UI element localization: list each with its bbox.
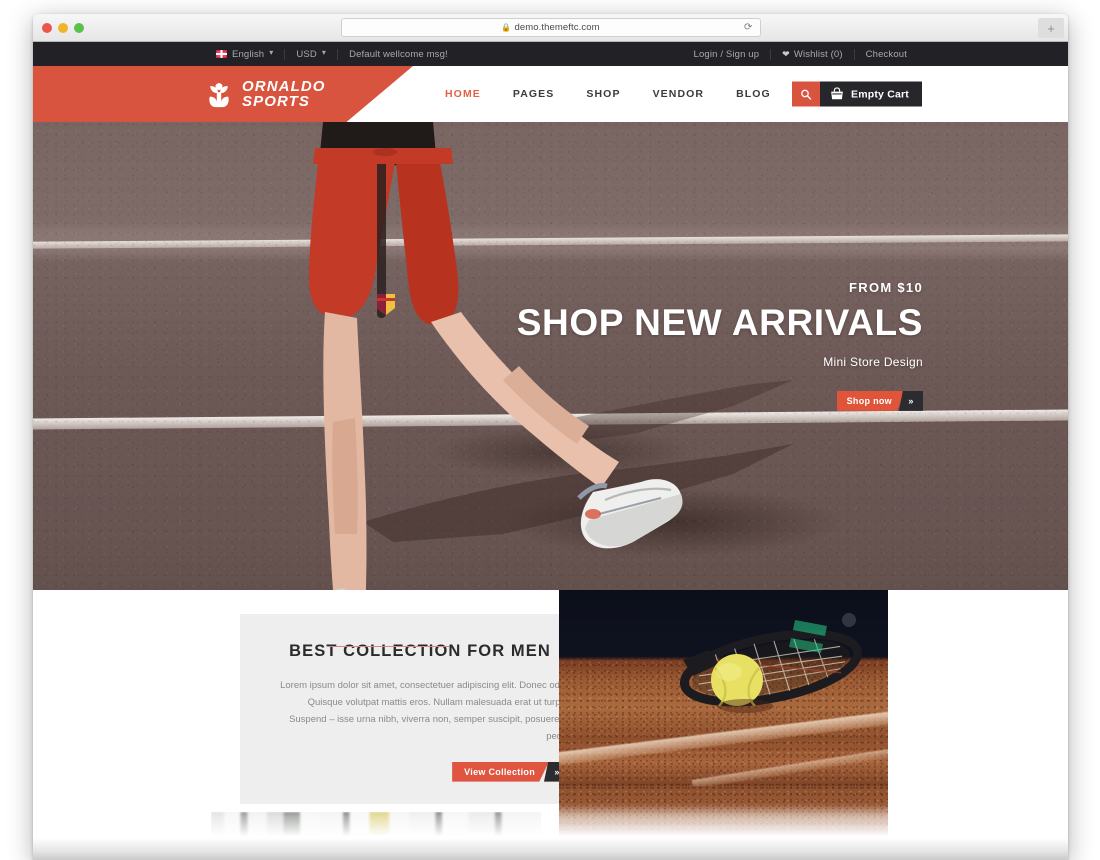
bottom-right-image[interactable] bbox=[559, 786, 888, 860]
site-logo[interactable]: ORNALDO SPORTS bbox=[205, 79, 326, 109]
wishlist-label: Wishlist (0) bbox=[793, 48, 843, 60]
currency-label: USD bbox=[296, 48, 317, 60]
shop-now-button[interactable]: Shop now » bbox=[836, 390, 923, 411]
close-window-button[interactable] bbox=[42, 22, 52, 33]
sports-figure-logo-icon bbox=[209, 83, 229, 108]
top-utility-bar: English ▾ USD ▾ Default wellcome msg! Lo… bbox=[33, 42, 1068, 66]
collection-title: BEST COLLECTION FOR MEN bbox=[289, 642, 551, 660]
wishlist-link[interactable]: ❤ Wishlist (0) bbox=[771, 49, 853, 60]
tennis-court-image[interactable] bbox=[559, 590, 888, 786]
lock-icon: 🔒 bbox=[501, 22, 512, 32]
address-bar-url: demo.themeftc.com bbox=[514, 22, 600, 33]
cart-label: Empty Cart bbox=[850, 88, 909, 100]
chevron-down-icon: ▾ bbox=[269, 48, 274, 57]
topbar-right-group: Login / Sign up ❤ Wishlist (0) Checkout bbox=[683, 48, 918, 60]
website-viewport: English ▾ USD ▾ Default wellcome msg! Lo… bbox=[33, 42, 1068, 860]
topbar-left-group: English ▾ USD ▾ Default wellcome msg! bbox=[205, 48, 459, 60]
search-button[interactable] bbox=[791, 81, 820, 107]
search-icon bbox=[801, 89, 812, 100]
view-collection-label: View Collection bbox=[452, 761, 549, 782]
nav-item-shop[interactable]: SHOP bbox=[570, 88, 636, 100]
language-label: English bbox=[232, 48, 265, 60]
flag-icon bbox=[216, 50, 227, 58]
cart-button[interactable]: Empty Cart bbox=[819, 81, 922, 107]
title-rule-decoration bbox=[329, 646, 449, 647]
zoom-window-button[interactable] bbox=[74, 22, 84, 33]
clay-texture bbox=[559, 786, 888, 860]
browser-toolbar: 🔒 demo.themeftc.com ⟳ + bbox=[33, 14, 1068, 42]
hero-subtitle: Mini Store Design bbox=[823, 354, 923, 369]
new-tab-button[interactable]: + bbox=[1038, 18, 1064, 38]
bottom-left-image[interactable] bbox=[211, 812, 541, 860]
page-root: 🔒 demo.themeftc.com ⟳ + English ▾ USD ▾ … bbox=[0, 0, 1100, 860]
shop-now-label: Shop now bbox=[836, 390, 904, 411]
collection-text-panel: BEST COLLECTION FOR MEN Lorem ipsum dolo… bbox=[240, 614, 600, 804]
browser-window: 🔒 demo.themeftc.com ⟳ + English ▾ USD ▾ … bbox=[33, 14, 1068, 860]
currency-selector[interactable]: USD ▾ bbox=[285, 49, 337, 60]
logo-line-2: SPORTS bbox=[242, 93, 311, 110]
logo-panel: ORNALDO SPORTS bbox=[33, 66, 413, 122]
nav-item-blog[interactable]: BLOG bbox=[720, 88, 787, 100]
hero-slider: FROM $10 SHOP NEW ARRIVALS Mini Store De… bbox=[33, 122, 1068, 590]
heart-icon: ❤ bbox=[782, 48, 790, 59]
best-collection-section: BEST COLLECTION FOR MEN Lorem ipsum dolo… bbox=[33, 590, 1068, 860]
logo-wordmark: ORNALDO SPORTS bbox=[242, 79, 326, 109]
view-collection-button[interactable]: View Collection » bbox=[452, 761, 570, 782]
site-header: ORNALDO SPORTS HOME PAGES SHOP VENDOR BL… bbox=[33, 66, 1068, 122]
nav-item-vendor[interactable]: VENDOR bbox=[637, 88, 721, 100]
cart-icon bbox=[831, 87, 843, 100]
nav-item-pages[interactable]: PAGES bbox=[497, 88, 570, 100]
collection-description: Lorem ipsum dolor sit amet, consectetuer… bbox=[280, 680, 570, 742]
address-bar[interactable]: 🔒 demo.themeftc.com ⟳ bbox=[340, 18, 761, 37]
welcome-message: Default wellcome msg! bbox=[349, 48, 448, 60]
hero-pretitle: FROM $10 bbox=[849, 280, 923, 295]
chevron-right-icon: » bbox=[899, 390, 923, 411]
login-signup-link[interactable]: Login / Sign up bbox=[683, 49, 771, 60]
hero-caption: FROM $10 SHOP NEW ARRIVALS Mini Store De… bbox=[463, 280, 923, 411]
window-traffic-lights bbox=[33, 22, 84, 33]
checkout-link[interactable]: Checkout bbox=[855, 49, 918, 60]
racket-and-ball-illustration bbox=[679, 613, 863, 713]
minimize-window-button[interactable] bbox=[58, 22, 68, 33]
reload-icon[interactable]: ⟳ bbox=[744, 22, 752, 33]
language-selector[interactable]: English ▾ bbox=[205, 49, 284, 60]
nav-item-home[interactable]: HOME bbox=[429, 88, 497, 100]
hero-title: SHOP NEW ARRIVALS bbox=[516, 302, 923, 343]
chevron-down-icon: ▾ bbox=[321, 48, 327, 57]
header-actions: Empty Cart bbox=[791, 81, 922, 107]
bottom-left-image-content bbox=[211, 812, 541, 860]
